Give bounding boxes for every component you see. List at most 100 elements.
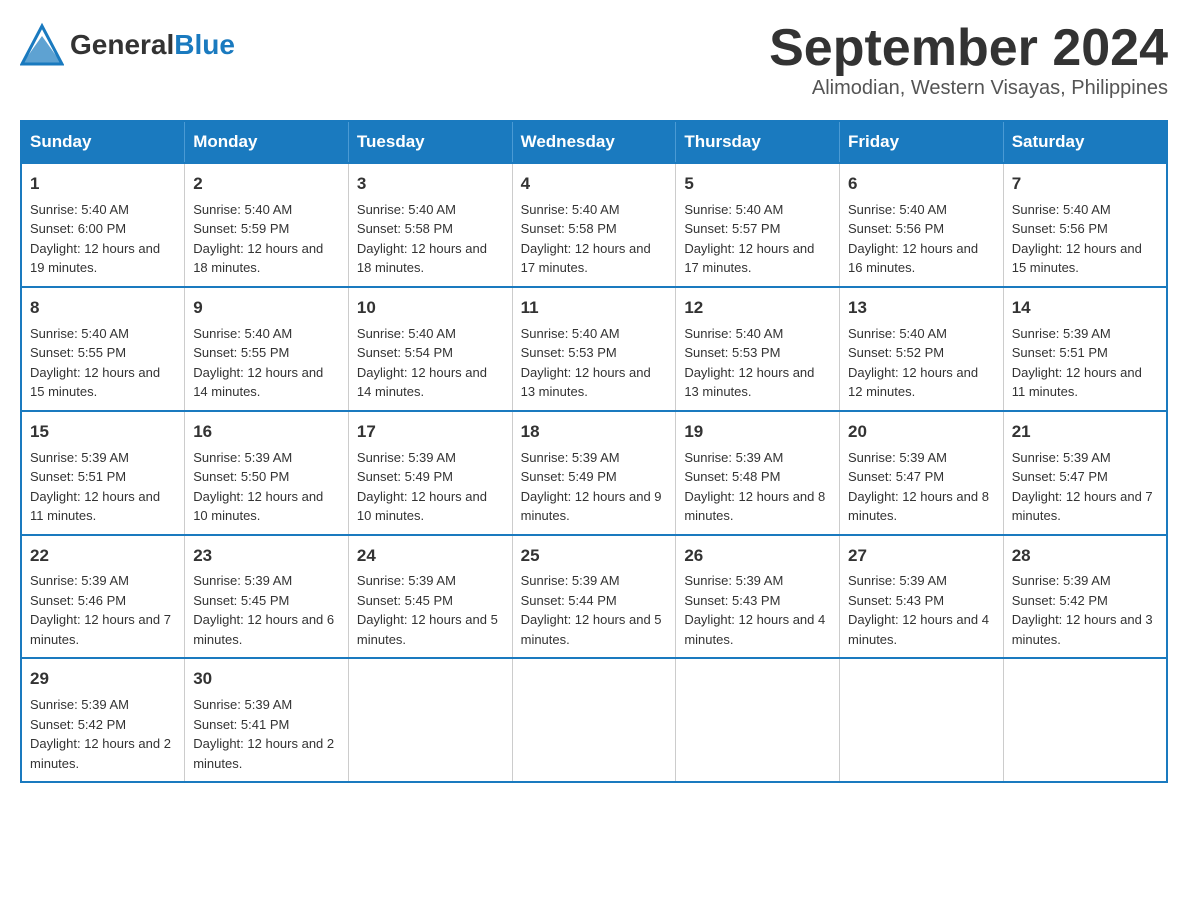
day-number: 19: [684, 420, 831, 444]
calendar-cell: [512, 658, 676, 782]
calendar-cell: 13 Sunrise: 5:40 AMSunset: 5:52 PMDaylig…: [840, 287, 1004, 411]
calendar-cell: 26 Sunrise: 5:39 AMSunset: 5:43 PMDaylig…: [676, 535, 840, 659]
calendar-cell: 1 Sunrise: 5:40 AMSunset: 6:00 PMDayligh…: [21, 163, 185, 287]
calendar-week-3: 15 Sunrise: 5:39 AMSunset: 5:51 PMDaylig…: [21, 411, 1167, 535]
day-info: Sunrise: 5:39 AMSunset: 5:43 PMDaylight:…: [684, 573, 825, 647]
title-block: September 2024 Alimodian, Western Visaya…: [769, 20, 1168, 100]
calendar-cell: 4 Sunrise: 5:40 AMSunset: 5:58 PMDayligh…: [512, 163, 676, 287]
days-of-week-row: Sunday Monday Tuesday Wednesday Thursday…: [21, 121, 1167, 163]
calendar-week-2: 8 Sunrise: 5:40 AMSunset: 5:55 PMDayligh…: [21, 287, 1167, 411]
day-number: 10: [357, 296, 504, 320]
calendar-cell: 2 Sunrise: 5:40 AMSunset: 5:59 PMDayligh…: [185, 163, 349, 287]
day-number: 24: [357, 544, 504, 568]
day-number: 20: [848, 420, 995, 444]
day-info: Sunrise: 5:40 AMSunset: 5:58 PMDaylight:…: [357, 202, 487, 276]
day-number: 21: [1012, 420, 1158, 444]
day-info: Sunrise: 5:39 AMSunset: 5:42 PMDaylight:…: [30, 697, 171, 771]
day-number: 8: [30, 296, 176, 320]
calendar-cell: 5 Sunrise: 5:40 AMSunset: 5:57 PMDayligh…: [676, 163, 840, 287]
day-number: 15: [30, 420, 176, 444]
page-subtitle: Alimodian, Western Visayas, Philippines: [769, 77, 1168, 100]
day-info: Sunrise: 5:39 AMSunset: 5:44 PMDaylight:…: [521, 573, 662, 647]
calendar-cell: 10 Sunrise: 5:40 AMSunset: 5:54 PMDaylig…: [348, 287, 512, 411]
day-number: 27: [848, 544, 995, 568]
calendar-cell: 20 Sunrise: 5:39 AMSunset: 5:47 PMDaylig…: [840, 411, 1004, 535]
calendar-body: 1 Sunrise: 5:40 AMSunset: 6:00 PMDayligh…: [21, 163, 1167, 782]
day-info: Sunrise: 5:40 AMSunset: 6:00 PMDaylight:…: [30, 202, 160, 276]
day-number: 22: [30, 544, 176, 568]
calendar-week-5: 29 Sunrise: 5:39 AMSunset: 5:42 PMDaylig…: [21, 658, 1167, 782]
day-number: 13: [848, 296, 995, 320]
calendar-cell: 29 Sunrise: 5:39 AMSunset: 5:42 PMDaylig…: [21, 658, 185, 782]
calendar-cell: 8 Sunrise: 5:40 AMSunset: 5:55 PMDayligh…: [21, 287, 185, 411]
day-number: 1: [30, 172, 176, 196]
day-number: 3: [357, 172, 504, 196]
day-info: Sunrise: 5:39 AMSunset: 5:41 PMDaylight:…: [193, 697, 334, 771]
header-thursday: Thursday: [676, 121, 840, 163]
day-number: 6: [848, 172, 995, 196]
day-info: Sunrise: 5:40 AMSunset: 5:53 PMDaylight:…: [684, 326, 814, 400]
day-number: 2: [193, 172, 340, 196]
calendar-cell: [348, 658, 512, 782]
header-wednesday: Wednesday: [512, 121, 676, 163]
day-info: Sunrise: 5:39 AMSunset: 5:43 PMDaylight:…: [848, 573, 989, 647]
calendar-cell: 6 Sunrise: 5:40 AMSunset: 5:56 PMDayligh…: [840, 163, 1004, 287]
calendar-cell: 21 Sunrise: 5:39 AMSunset: 5:47 PMDaylig…: [1003, 411, 1167, 535]
calendar-cell: [1003, 658, 1167, 782]
day-number: 17: [357, 420, 504, 444]
calendar-week-1: 1 Sunrise: 5:40 AMSunset: 6:00 PMDayligh…: [21, 163, 1167, 287]
calendar-cell: 23 Sunrise: 5:39 AMSunset: 5:45 PMDaylig…: [185, 535, 349, 659]
calendar-cell: 24 Sunrise: 5:39 AMSunset: 5:45 PMDaylig…: [348, 535, 512, 659]
day-info: Sunrise: 5:39 AMSunset: 5:47 PMDaylight:…: [848, 450, 989, 524]
day-info: Sunrise: 5:40 AMSunset: 5:56 PMDaylight:…: [1012, 202, 1142, 276]
day-info: Sunrise: 5:40 AMSunset: 5:57 PMDaylight:…: [684, 202, 814, 276]
calendar-cell: 19 Sunrise: 5:39 AMSunset: 5:48 PMDaylig…: [676, 411, 840, 535]
calendar-cell: [840, 658, 1004, 782]
day-info: Sunrise: 5:40 AMSunset: 5:55 PMDaylight:…: [30, 326, 160, 400]
day-number: 18: [521, 420, 668, 444]
header-monday: Monday: [185, 121, 349, 163]
logo-blue-text: Blue: [174, 29, 235, 60]
day-number: 14: [1012, 296, 1158, 320]
day-info: Sunrise: 5:39 AMSunset: 5:51 PMDaylight:…: [1012, 326, 1142, 400]
calendar-cell: 27 Sunrise: 5:39 AMSunset: 5:43 PMDaylig…: [840, 535, 1004, 659]
logo: GeneralBlue: [20, 20, 235, 69]
day-info: Sunrise: 5:39 AMSunset: 5:50 PMDaylight:…: [193, 450, 323, 524]
day-info: Sunrise: 5:39 AMSunset: 5:42 PMDaylight:…: [1012, 573, 1153, 647]
day-info: Sunrise: 5:39 AMSunset: 5:46 PMDaylight:…: [30, 573, 171, 647]
day-info: Sunrise: 5:40 AMSunset: 5:52 PMDaylight:…: [848, 326, 978, 400]
calendar-cell: 12 Sunrise: 5:40 AMSunset: 5:53 PMDaylig…: [676, 287, 840, 411]
day-number: 26: [684, 544, 831, 568]
day-info: Sunrise: 5:39 AMSunset: 5:49 PMDaylight:…: [357, 450, 487, 524]
logo-general-text: General: [70, 29, 174, 60]
day-number: 25: [521, 544, 668, 568]
day-info: Sunrise: 5:40 AMSunset: 5:54 PMDaylight:…: [357, 326, 487, 400]
header-saturday: Saturday: [1003, 121, 1167, 163]
calendar-cell: 3 Sunrise: 5:40 AMSunset: 5:58 PMDayligh…: [348, 163, 512, 287]
day-number: 30: [193, 667, 340, 691]
calendar-cell: 9 Sunrise: 5:40 AMSunset: 5:55 PMDayligh…: [185, 287, 349, 411]
calendar-cell: 15 Sunrise: 5:39 AMSunset: 5:51 PMDaylig…: [21, 411, 185, 535]
day-number: 4: [521, 172, 668, 196]
page-header: GeneralBlue September 2024 Alimodian, We…: [20, 20, 1168, 100]
calendar-cell: 18 Sunrise: 5:39 AMSunset: 5:49 PMDaylig…: [512, 411, 676, 535]
calendar-cell: 7 Sunrise: 5:40 AMSunset: 5:56 PMDayligh…: [1003, 163, 1167, 287]
calendar-table: Sunday Monday Tuesday Wednesday Thursday…: [20, 120, 1168, 783]
day-number: 9: [193, 296, 340, 320]
page-title: September 2024: [769, 20, 1168, 77]
day-number: 23: [193, 544, 340, 568]
header-friday: Friday: [840, 121, 1004, 163]
header-sunday: Sunday: [21, 121, 185, 163]
day-number: 7: [1012, 172, 1158, 196]
day-info: Sunrise: 5:39 AMSunset: 5:51 PMDaylight:…: [30, 450, 160, 524]
calendar-cell: 22 Sunrise: 5:39 AMSunset: 5:46 PMDaylig…: [21, 535, 185, 659]
calendar-cell: 17 Sunrise: 5:39 AMSunset: 5:49 PMDaylig…: [348, 411, 512, 535]
day-info: Sunrise: 5:40 AMSunset: 5:53 PMDaylight:…: [521, 326, 651, 400]
day-info: Sunrise: 5:40 AMSunset: 5:55 PMDaylight:…: [193, 326, 323, 400]
day-number: 16: [193, 420, 340, 444]
day-number: 12: [684, 296, 831, 320]
logo-mark: [20, 22, 64, 71]
day-info: Sunrise: 5:40 AMSunset: 5:56 PMDaylight:…: [848, 202, 978, 276]
calendar-week-4: 22 Sunrise: 5:39 AMSunset: 5:46 PMDaylig…: [21, 535, 1167, 659]
calendar-cell: 25 Sunrise: 5:39 AMSunset: 5:44 PMDaylig…: [512, 535, 676, 659]
